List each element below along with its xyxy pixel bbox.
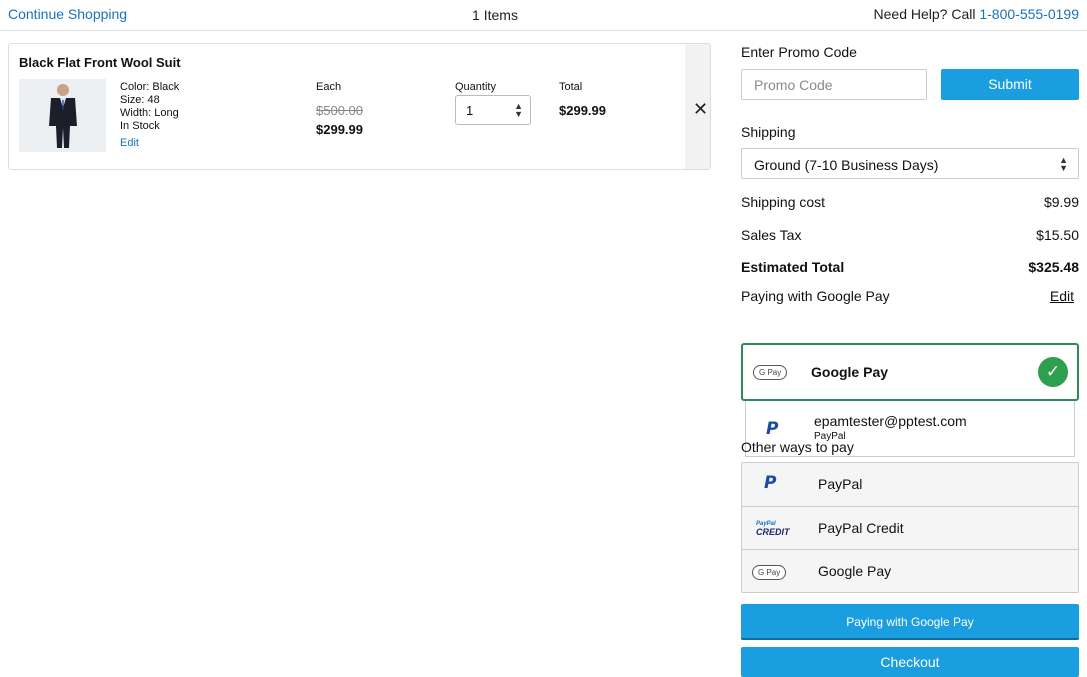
pay-option-paypal-credit[interactable]: PayPal CREDIT PayPal Credit [742, 506, 1078, 549]
suit-figure-icon [48, 83, 77, 148]
quantity-header: Quantity [455, 81, 496, 93]
help-label: Need Help? Call [873, 6, 980, 22]
top-bar: Continue Shopping 1 Items Need Help? Cal… [0, 0, 1087, 31]
edit-payment-link[interactable]: Edit [1050, 288, 1074, 304]
paypal-icon: P [764, 473, 777, 493]
selected-payment-name: Google Pay [811, 364, 889, 380]
cart-item-card: Black Flat Front Wool Suit Color: Black … [8, 43, 711, 170]
estimated-total-label: Estimated Total [741, 259, 845, 275]
shipping-selected: Ground (7-10 Business Days) [754, 157, 939, 173]
paying-with-label: Paying with Google Pay [741, 288, 890, 304]
help-text: Need Help? Call 1-800-555-0199 [874, 6, 1079, 22]
sales-tax-label: Sales Tax [741, 227, 802, 243]
promo-label: Enter Promo Code [741, 44, 857, 60]
sales-tax-row: Sales Tax $15.50 [741, 227, 1079, 243]
product-width: Width: Long [120, 107, 179, 119]
google-pay-icon: G Pay [753, 365, 788, 380]
shipping-method-select[interactable]: Ground (7-10 Business Days) ▲ ▼ [741, 148, 1079, 179]
sales-tax-value: $15.50 [1036, 227, 1079, 243]
sale-price: $299.99 [316, 122, 363, 137]
each-header: Each [316, 81, 342, 93]
pay-option-label: Google Pay [818, 563, 892, 579]
other-ways-label: Other ways to pay [741, 439, 854, 455]
help-phone-link[interactable]: 1-800-555-0199 [979, 6, 1079, 22]
quantity-value: 1 [466, 103, 474, 118]
product-color: Color: Black [120, 81, 180, 93]
paying-with-google-pay-button[interactable]: Paying with Google Pay [741, 604, 1079, 640]
pay-option-paypal[interactable]: P PayPal [742, 463, 1078, 506]
google-pay-icon: G Pay [752, 562, 792, 580]
select-arrows-icon: ▲ ▼ [1059, 155, 1068, 173]
select-arrows-icon: ▲ ▼ [514, 101, 523, 119]
items-count: 1 Items [472, 7, 518, 23]
product-title[interactable]: Black Flat Front Wool Suit [19, 55, 181, 70]
product-image[interactable] [19, 79, 106, 152]
other-payment-list: P PayPal PayPal CREDIT PayPal Credit G Pa… [741, 462, 1079, 593]
original-price: $500.00 [316, 103, 363, 118]
selected-payment-google-pay[interactable]: G Pay Google Pay ✓ [741, 343, 1079, 401]
product-meta: Color: Black Size: 48 Width: Long In Sto… [120, 81, 179, 150]
shipping-cost-row: Shipping cost $9.99 [741, 194, 1079, 210]
shipping-cost-label: Shipping cost [741, 194, 826, 210]
stock-status: In Stock [120, 120, 160, 132]
pay-option-label: PayPal Credit [818, 520, 904, 536]
product-size: Size: 48 [120, 94, 160, 106]
shipping-cost-value: $9.99 [1043, 194, 1079, 210]
quantity-select[interactable]: 1 ▲ ▼ [455, 95, 531, 125]
shipping-label: Shipping [741, 124, 796, 140]
checkout-button[interactable]: Checkout [741, 647, 1079, 677]
line-total: $299.99 [559, 103, 606, 118]
promo-submit-button[interactable]: Submit [941, 69, 1079, 100]
remove-item-icon[interactable]: ✕ [693, 99, 708, 120]
promo-code-input[interactable] [741, 69, 927, 100]
estimated-total-value: $325.48 [1028, 259, 1079, 275]
checkmark-icon: ✓ [1038, 357, 1068, 387]
paypal-email: epamtester@pptest.com [814, 413, 967, 429]
pay-option-google-pay[interactable]: G Pay Google Pay [742, 549, 1078, 592]
pay-option-label: PayPal [818, 476, 863, 492]
paying-with-row: Paying with Google Pay Edit [741, 288, 1079, 304]
paypal-icon: P [766, 419, 779, 439]
paypal-credit-icon: PayPal CREDIT [756, 521, 790, 537]
edit-item-link[interactable]: Edit [120, 137, 179, 150]
estimated-total-row: Estimated Total $325.48 [741, 259, 1079, 275]
total-header: Total [559, 81, 583, 93]
